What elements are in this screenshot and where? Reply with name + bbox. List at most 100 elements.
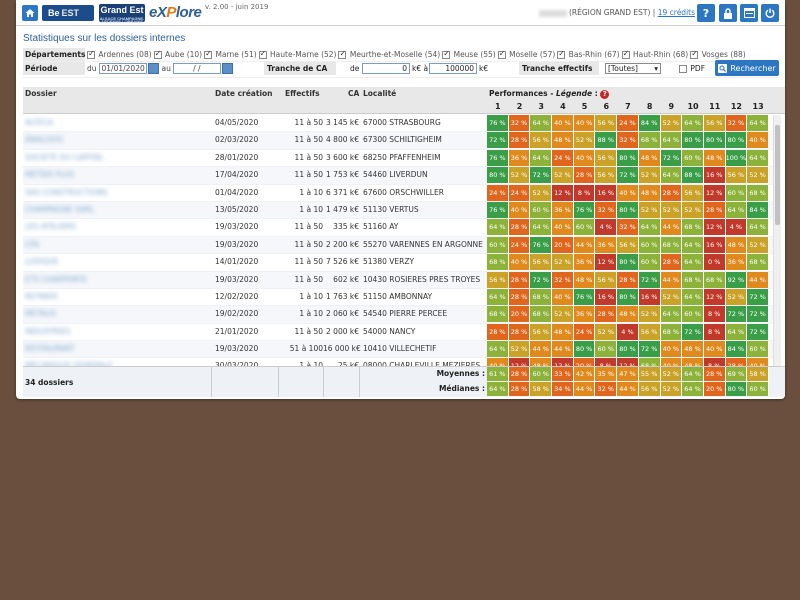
departement-checkbox[interactable] xyxy=(690,49,699,59)
col-ca[interactable]: CA xyxy=(348,89,359,98)
legende-link[interactable]: Légende xyxy=(556,89,592,98)
departement-option[interactable]: Marne (51) xyxy=(204,49,257,59)
dossier-link[interactable]: ETS CHARPENTE xyxy=(25,275,145,284)
dossier-link[interactable]: CHAMPAGNE SARL xyxy=(25,205,145,214)
dossier-link[interactable]: REYNIER xyxy=(25,292,145,301)
home-button[interactable] xyxy=(22,5,38,21)
table-row[interactable]: REYNIER 12/02/2020 1 à 10 1 763 k€ 51150 AMB… xyxy=(23,288,781,307)
logo-explore-b: P xyxy=(166,4,176,21)
performance-cell: 28 % xyxy=(508,219,531,236)
table-row[interactable]: MÉTIER PLUS 17/04/2020 11 à 50 1 753 k€ 5446… xyxy=(23,167,781,185)
table-body[interactable]: ALTECA 04/05/2020 11 à 50 3 145 k€ 67000 STR… xyxy=(23,115,781,366)
search-button[interactable]: Rechercher xyxy=(715,60,779,76)
performance-cells: 72 % 28 % 56 % 48 % 52 % 88 % 32 % 68 % 64 % 80 %… xyxy=(487,132,769,149)
summary-cell: 44 % xyxy=(617,382,639,396)
departement-checkbox[interactable] xyxy=(204,49,213,59)
table-row[interactable]: ANALOGIC 02/03/2020 11 à 50 4 800 k€ 67300 S… xyxy=(23,132,781,150)
performance-cell: 4 % xyxy=(725,219,748,236)
table-row[interactable]: LUDIQUE 14/01/2020 11 à 50 7 526 k€ 51380 VE… xyxy=(23,254,781,272)
col-localite[interactable]: Localité xyxy=(363,89,396,98)
departement-checkbox[interactable] xyxy=(557,49,566,59)
help-button[interactable]: ? xyxy=(697,4,715,22)
pdf-option[interactable]: PDF xyxy=(679,64,705,73)
departement-checkbox[interactable] xyxy=(153,49,162,59)
dossier-link[interactable]: MÉTIER PLUS xyxy=(25,170,145,179)
date-to-input[interactable]: / / xyxy=(172,63,221,74)
col-date[interactable]: Date création xyxy=(215,89,273,98)
performance-cells: 64 % 28 % 64 % 40 % 60 % 4 % 32 % 64 % 44 % 68 % 1… xyxy=(487,219,769,236)
departement-option[interactable]: Bas-Rhin (67) xyxy=(557,49,620,59)
performance-cell: 80 % xyxy=(617,288,639,305)
departement-option[interactable]: Vosges (88) xyxy=(690,49,746,59)
departement-checkbox[interactable] xyxy=(338,49,347,59)
ca-to-input[interactable]: 100000 xyxy=(429,63,477,74)
scrollbar-thumb[interactable] xyxy=(775,125,780,225)
dossier-link[interactable]: SAS CONSTRUCTIONS xyxy=(25,188,145,197)
window-button[interactable] xyxy=(740,4,758,22)
table-row[interactable]: CFA 19/03/2020 11 à 50 2 200 k€ 55270 VARENN… xyxy=(23,236,781,255)
dossier-link[interactable]: ANALOGIC xyxy=(25,135,145,144)
date-from-input[interactable]: 01/01/2020 xyxy=(98,63,147,74)
departement-option[interactable]: Aube (10) xyxy=(153,49,202,59)
calendar-icon[interactable] xyxy=(147,63,159,74)
departement-checkbox[interactable] xyxy=(497,49,506,59)
footer-divider xyxy=(278,366,279,397)
table-row[interactable]: INDUSTRIES 21/01/2020 11 à 50 2 000 k€ 54000… xyxy=(23,323,781,342)
perf-col-number: 13 xyxy=(752,102,764,111)
performance-cell: 24 % xyxy=(508,184,531,201)
dossier-link[interactable]: INDUSTRIES xyxy=(25,327,145,336)
performance-cell: 4 % xyxy=(617,323,639,340)
performance-cell: 48 % xyxy=(638,184,661,201)
performance-cell: 56 % xyxy=(617,236,639,253)
performance-cell: 36 % xyxy=(573,254,596,271)
table-row[interactable]: ALTECA 04/05/2020 11 à 50 3 145 k€ 67000 STR… xyxy=(23,115,781,133)
effectifs-select[interactable]: [Toutes] ▾ xyxy=(605,63,661,74)
table-row[interactable]: SOCIÉTÉ DU CAPITAL 28/01/2020 11 à 50 3 600… xyxy=(23,149,781,168)
table-row[interactable]: RESTAURANT 19/03/2020 51 à 100 16 000 k€ 104… xyxy=(23,341,781,359)
calendar-icon[interactable] xyxy=(221,63,233,74)
departement-option[interactable]: Haute-Marne (52) xyxy=(258,49,336,59)
departement-option[interactable]: Meurthe-et-Moselle (54) xyxy=(338,49,440,59)
dossier-link[interactable]: MÉTAUX xyxy=(25,309,145,318)
ca-from-input[interactable]: 0 xyxy=(362,63,410,74)
lock-button[interactable] xyxy=(719,4,737,22)
departement-checkbox[interactable] xyxy=(87,49,95,59)
departement-checkbox[interactable] xyxy=(442,49,451,59)
performance-cell: 28 % xyxy=(487,323,509,340)
legend-help-icon[interactable]: ? xyxy=(600,89,610,99)
dossier-link[interactable]: RESTAURANT xyxy=(25,344,145,353)
credits-link[interactable]: 19 crédits xyxy=(658,8,695,17)
power-button[interactable] xyxy=(761,4,779,22)
dossier-link[interactable]: LES ATELIERS xyxy=(25,222,145,231)
footer-divider xyxy=(211,366,212,397)
departement-option[interactable]: Moselle (57) xyxy=(497,49,555,59)
departement-option[interactable]: Meuse (55) xyxy=(442,49,496,59)
table-row[interactable]: LES ATELIERS 19/03/2020 11 à 50 335 k€ 51160… xyxy=(23,219,781,237)
localite-cell: 67000 STRASBOURG xyxy=(363,118,441,127)
logo-be-est[interactable]: Be EST xyxy=(42,5,94,21)
table-row[interactable]: ETS CHARPENTE 19/03/2020 11 à 50 602 k€ 1043… xyxy=(23,271,781,289)
departement-checkbox[interactable] xyxy=(258,49,267,59)
dossier-link[interactable]: SOCIÉTÉ DU CAPITAL xyxy=(25,153,145,162)
medianes-row: 64 % 28 % 58 % 34 % 44 % 32 % 44 % 56 % 52 % 64 %… xyxy=(487,382,769,397)
dossier-link[interactable]: ALTECA xyxy=(25,118,145,127)
dossier-link[interactable]: LUDIQUE xyxy=(25,257,145,266)
col-dossier[interactable]: Dossier xyxy=(25,89,57,98)
pdf-checkbox[interactable] xyxy=(679,65,687,73)
dossier-link[interactable]: CFA xyxy=(25,240,145,249)
performance-cell: 64 % xyxy=(638,219,661,236)
table-row[interactable]: MÉTAUX 19/02/2020 1 à 10 2 060 k€ 54540 PIER… xyxy=(23,306,781,324)
table-row[interactable]: MÉCANIQUE GÉNÉRALE 30/03/2020 1 à 10 25 k€ 0… xyxy=(23,358,781,366)
perf-colon: : xyxy=(592,89,598,98)
departement-checkbox[interactable] xyxy=(621,49,630,59)
ca-cell: 2 060 k€ xyxy=(326,309,359,319)
departement-option[interactable]: Haut-Rhin (68) xyxy=(621,49,688,59)
departement-option[interactable]: Ardennes (08) xyxy=(87,49,152,59)
col-effectifs[interactable]: Effectifs xyxy=(285,89,320,98)
performance-cell: 68 % xyxy=(682,271,704,288)
perf-col-number: 1 xyxy=(495,102,501,111)
table-row[interactable]: CHAMPAGNE SARL 13/05/2020 1 à 10 1 479 k€ 51… xyxy=(23,201,781,220)
table-row[interactable]: SAS CONSTRUCTIONS 01/04/2020 1 à 10 6 371 k… xyxy=(23,184,781,202)
performance-cell: 68 % xyxy=(660,236,683,253)
table-scrollbar[interactable] xyxy=(773,115,781,366)
